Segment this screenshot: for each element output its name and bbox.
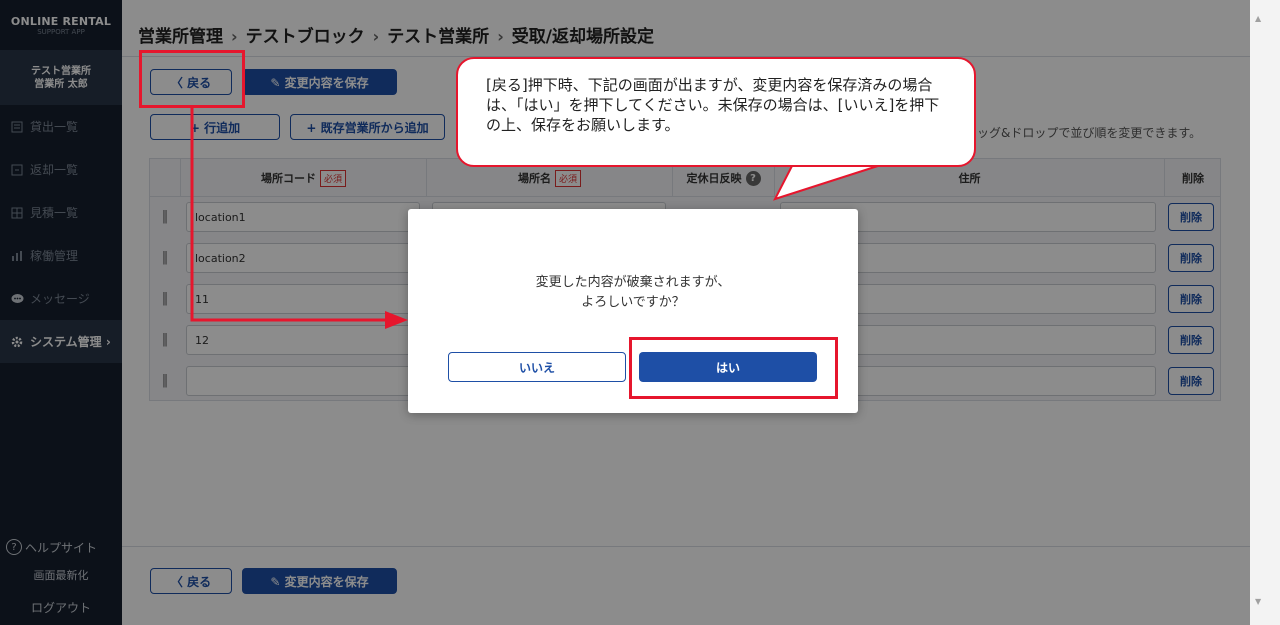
- annotation-arrow-line: [190, 108, 385, 322]
- annotation-callout: [戻る]押下時、下記の画面が出ますが、変更内容を保存済みの場合は、「はい」を押下…: [456, 57, 976, 167]
- scrollbar[interactable]: ▲ ▼: [1250, 0, 1280, 625]
- annotation-arrow-head: [385, 311, 408, 329]
- scroll-up-icon[interactable]: ▲: [1255, 14, 1261, 23]
- callout-tail: [773, 163, 885, 201]
- scroll-down-icon[interactable]: ▼: [1255, 597, 1261, 606]
